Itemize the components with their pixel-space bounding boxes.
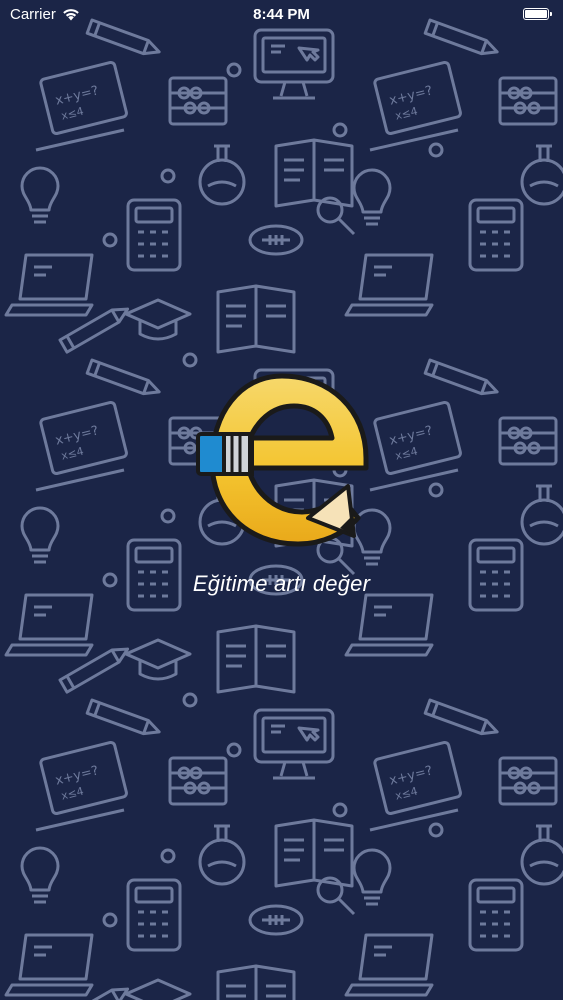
status-bar: Carrier 8:44 PM [0, 0, 563, 30]
battery-level-fill [525, 10, 547, 18]
battery-icon [523, 8, 552, 20]
pencil-e-logo-icon [196, 373, 369, 547]
status-time: 8:44 PM [253, 6, 310, 23]
slogan-text: Eğitime artı değer [192, 571, 371, 596]
splash-screen: x+y=? x≤4 [0, 0, 563, 1000]
